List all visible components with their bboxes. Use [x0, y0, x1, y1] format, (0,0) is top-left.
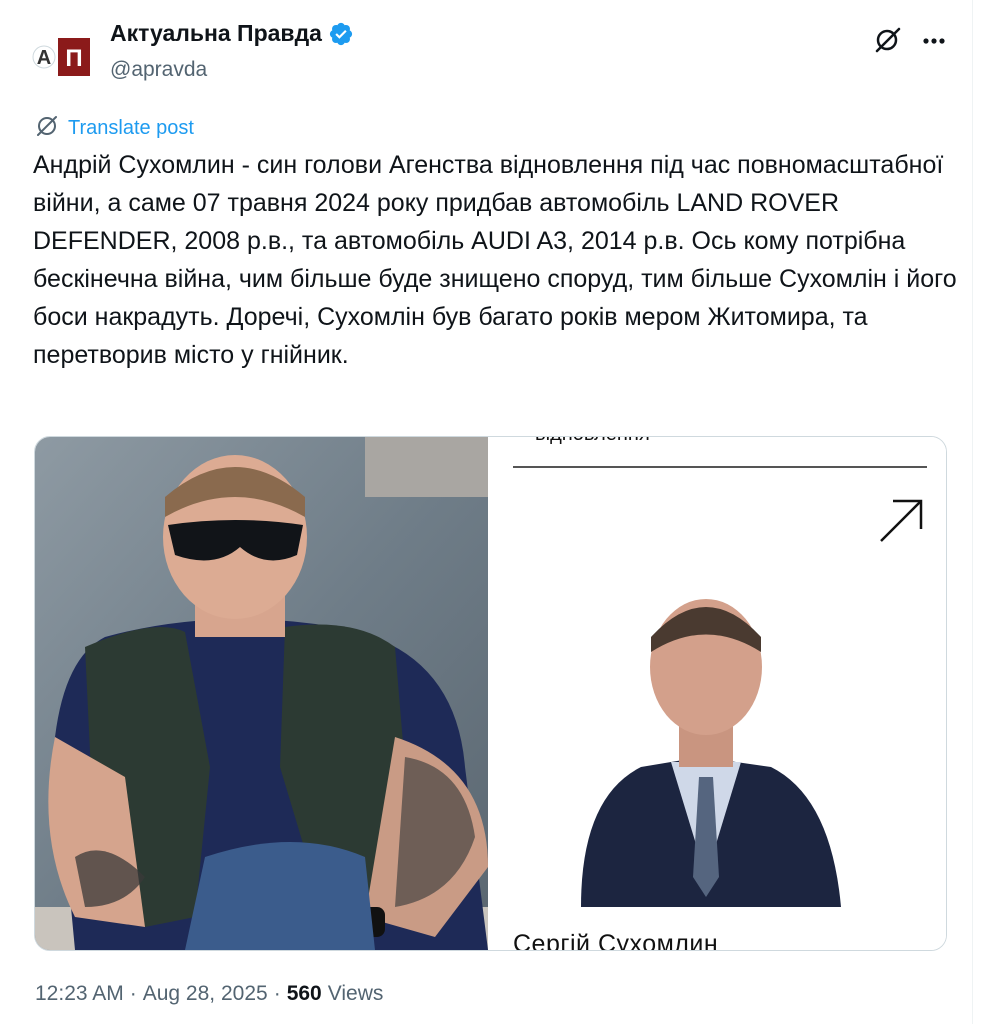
- post-meta: 12:23 AM · Aug 28, 2025 · 560 Views: [35, 982, 383, 1006]
- grok-icon[interactable]: [870, 22, 906, 58]
- translate-post-link[interactable]: Translate post: [34, 113, 194, 144]
- photo-document-portrait[interactable]: відновлення Сергій Сухомли: [489, 437, 946, 950]
- translate-label: Translate post: [68, 117, 194, 139]
- post-time[interactable]: 12:23 AM: [35, 982, 124, 1006]
- separator: ·: [129, 982, 137, 1005]
- svg-text:А: А: [37, 47, 51, 69]
- display-name[interactable]: Актуальна Правда: [110, 20, 322, 47]
- avatar[interactable]: А П: [30, 34, 96, 80]
- divider: [513, 466, 927, 468]
- post-text: Андрій Сухомлин - син голови Агенства ві…: [33, 151, 964, 369]
- translate-icon: [34, 113, 60, 144]
- verified-badge-icon[interactable]: [328, 21, 354, 47]
- views-label: Views: [327, 982, 384, 1005]
- portrait-man-suit: [561, 577, 851, 912]
- arrow-up-right-icon: [877, 497, 925, 550]
- handle[interactable]: @apravda: [110, 58, 207, 82]
- photo-man-sunglasses[interactable]: [35, 437, 488, 950]
- more-options-icon[interactable]: [914, 22, 954, 58]
- post-date[interactable]: Aug 28, 2025: [143, 982, 268, 1006]
- svg-text:П: П: [65, 45, 82, 72]
- separator: ·: [273, 982, 281, 1005]
- post-header: А П Актуальна Правда @apravda: [30, 14, 970, 86]
- cropped-caption-top: відновлення: [535, 437, 650, 446]
- timeline-border: [972, 0, 973, 1024]
- views-count: 560: [286, 982, 322, 1005]
- media-container[interactable]: відновлення Сергій Сухомли: [34, 436, 947, 951]
- cropped-caption-bottom: Сергій Сухомлин: [513, 930, 719, 951]
